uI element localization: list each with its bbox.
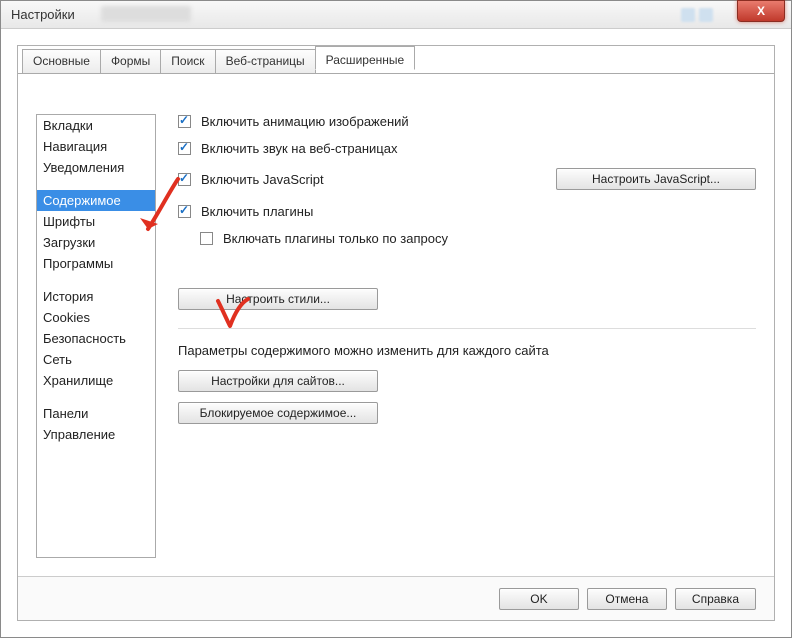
check-sound-label: Включить звук на веб-страницах <box>201 141 397 156</box>
tab-webpages[interactable]: Веб-страницы <box>215 49 316 73</box>
tabs-wrap: Основные Формы Поиск Веб-страницы Расшир… <box>18 46 774 74</box>
sidebar-item-network[interactable]: Сеть <box>37 349 155 370</box>
sidebar-item-security[interactable]: Безопасность <box>37 328 155 349</box>
check-sound[interactable] <box>178 142 191 155</box>
check-plugins-ondemand-row: Включать плагины только по запросу <box>200 231 756 246</box>
blocked-content-button[interactable]: Блокируемое содержимое... <box>178 402 378 424</box>
sidebar-item-panels[interactable]: Панели <box>37 403 155 424</box>
tab-advanced[interactable]: Расширенные <box>315 46 416 70</box>
content-frame: Основные Формы Поиск Веб-страницы Расшир… <box>17 45 775 621</box>
check-sound-row: Включить звук на веб-страницах <box>178 141 756 156</box>
tab-forms[interactable]: Формы <box>100 49 161 73</box>
panel-body: Вкладки Навигация Уведомления Содержимое… <box>18 74 774 576</box>
tab-basic[interactable]: Основные <box>22 49 101 73</box>
titlebar: Настройки X <box>1 1 791 29</box>
sidebar-item-cookies[interactable]: Cookies <box>37 307 155 328</box>
close-icon: X <box>757 4 765 18</box>
titlebar-icons <box>681 8 721 22</box>
check-plugins-label: Включить плагины <box>201 204 313 219</box>
check-plugins[interactable] <box>178 205 191 218</box>
cancel-button[interactable]: Отмена <box>587 588 667 610</box>
sidebar: Вкладки Навигация Уведомления Содержимое… <box>36 114 156 558</box>
configure-js-button[interactable]: Настроить JavaScript... <box>556 168 756 190</box>
check-js[interactable] <box>178 173 191 186</box>
tab-strip: Основные Формы Поиск Веб-страницы Расшир… <box>22 45 414 69</box>
sidebar-item-navigation[interactable]: Навигация <box>37 136 155 157</box>
sidebar-item-management[interactable]: Управление <box>37 424 155 445</box>
separator <box>178 328 756 329</box>
check-animation-row: Включить анимацию изображений <box>178 114 756 129</box>
check-plugins-ondemand-label: Включать плагины только по запросу <box>223 231 448 246</box>
js-row: Включить JavaScript Настроить JavaScript… <box>178 168 756 190</box>
check-animation[interactable] <box>178 115 191 128</box>
close-button[interactable]: X <box>737 0 785 22</box>
check-plugins-row: Включить плагины <box>178 204 756 219</box>
check-js-label: Включить JavaScript <box>201 172 324 187</box>
dialog-footer: OK Отмена Справка <box>18 576 774 620</box>
check-plugins-ondemand[interactable] <box>200 232 213 245</box>
site-settings-button[interactable]: Настройки для сайтов... <box>178 370 378 392</box>
sidebar-item-notifications[interactable]: Уведомления <box>37 157 155 178</box>
settings-window: Настройки X Основные Формы Поиск Веб-стр… <box>0 0 792 638</box>
sidebar-item-fonts[interactable]: Шрифты <box>37 211 155 232</box>
sidebar-item-content[interactable]: Содержимое <box>37 190 155 211</box>
sidebar-item-downloads[interactable]: Загрузки <box>37 232 155 253</box>
sidebar-item-tabs[interactable]: Вкладки <box>37 115 155 136</box>
window-title: Настройки <box>11 7 75 22</box>
sites-desc: Параметры содержимого можно изменить для… <box>178 343 756 358</box>
help-button[interactable]: Справка <box>675 588 756 610</box>
configure-styles-button[interactable]: Настроить стили... <box>178 288 378 310</box>
sidebar-item-history[interactable]: История <box>37 286 155 307</box>
main-pane: Включить анимацию изображений Включить з… <box>178 114 756 558</box>
ok-button[interactable]: OK <box>499 588 579 610</box>
sidebar-item-storage[interactable]: Хранилище <box>37 370 155 391</box>
check-js-row: Включить JavaScript <box>178 172 324 187</box>
tab-search[interactable]: Поиск <box>160 49 215 73</box>
check-animation-label: Включить анимацию изображений <box>201 114 409 129</box>
titlebar-blur <box>101 6 191 22</box>
sidebar-item-programs[interactable]: Программы <box>37 253 155 274</box>
